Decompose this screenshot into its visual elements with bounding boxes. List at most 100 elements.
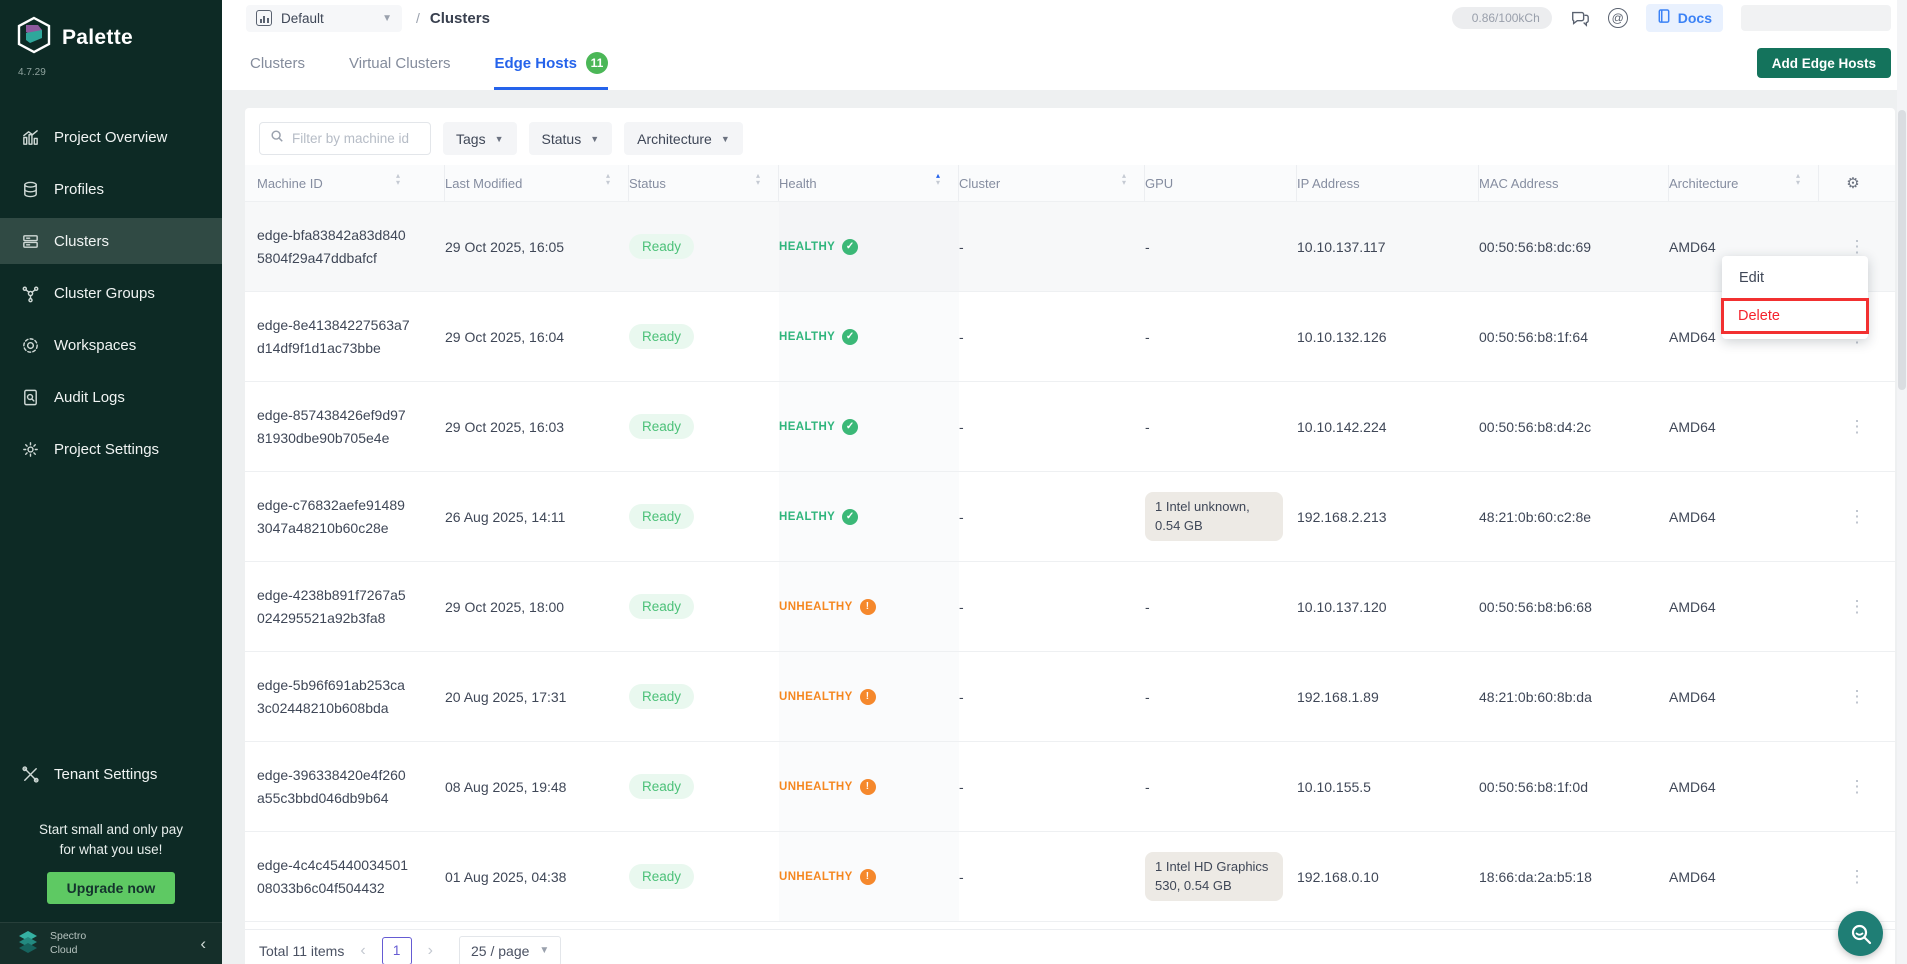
health-label: HEALTHY — [779, 331, 835, 343]
mac-address-value: 00:50:56:b8:dc:69 — [1479, 239, 1591, 255]
sidebar-item-clusters[interactable]: Clusters — [0, 218, 222, 264]
previous-page-icon[interactable]: ‹ — [358, 942, 367, 960]
sidebar-item-workspaces[interactable]: Workspaces — [0, 322, 222, 368]
sort-icon[interactable]: ▴▾ — [936, 176, 940, 190]
column-header-cluster[interactable]: Cluster▴▾ — [959, 165, 1145, 201]
machine-id-value: edge-8e41384227563a7d14df9f1d1ac73bbe — [257, 314, 411, 359]
current-page-button[interactable]: 1 — [382, 937, 412, 964]
kebab-menu-icon[interactable]: ⋮ — [1849, 597, 1866, 617]
machine-id-value: edge-4c4c4544003450108033b6c04f504432 — [257, 854, 411, 899]
column-header-architecture[interactable]: Architecture▴▾ — [1669, 165, 1819, 201]
sidebar-item-project-settings[interactable]: Project Settings — [0, 426, 222, 472]
column-header-mac-address[interactable]: MAC Address — [1479, 165, 1669, 201]
machine-id-cell: edge-5b96f691ab253ca3c02448210b608bda — [245, 652, 445, 741]
gpu-cell: - — [1145, 202, 1297, 291]
kebab-menu-icon[interactable]: ⋮ — [1849, 867, 1866, 887]
tab-clusters[interactable]: Clusters — [250, 36, 305, 90]
sort-icon[interactable]: ▴▾ — [756, 176, 760, 190]
architecture-value: AMD64 — [1669, 239, 1716, 255]
filter-dropdown-label: Architecture — [637, 131, 712, 147]
status-filter-dropdown[interactable]: Status▼ — [529, 122, 613, 155]
kebab-menu-icon[interactable]: ⋮ — [1849, 777, 1866, 797]
sort-icon[interactable]: ▴▾ — [1796, 176, 1800, 190]
architecture-cell: AMD64 — [1669, 832, 1819, 921]
mac-address-cell: 00:50:56:b8:1f:64 — [1479, 292, 1669, 381]
sort-desc-icon: ▾ — [756, 183, 760, 190]
sidebar-item-profiles[interactable]: Profiles — [0, 166, 222, 212]
kebab-menu-icon[interactable]: ⋮ — [1849, 687, 1866, 707]
status-badge: Ready — [629, 504, 694, 529]
column-header-last-modified[interactable]: Last Modified▴▾ — [445, 165, 629, 201]
sidebar-item-project-overview[interactable]: Project Overview — [0, 114, 222, 160]
column-header-gpu[interactable]: GPU — [1145, 165, 1297, 201]
orbit-icon — [20, 335, 40, 355]
kebab-menu-icon[interactable]: ⋮ — [1849, 237, 1866, 257]
scrollbar-thumb[interactable] — [1898, 110, 1906, 390]
last-modified-value: 01 Aug 2025, 04:38 — [445, 869, 566, 885]
book-icon — [1657, 9, 1671, 27]
sort-icon[interactable]: ▴▾ — [396, 176, 400, 190]
menu-item-delete[interactable]: Delete — [1724, 301, 1866, 331]
sidebar-item-label: Project Settings — [54, 441, 159, 458]
sidebar-item-audit-logs[interactable]: Audit Logs — [0, 374, 222, 420]
project-name: Default — [281, 11, 324, 26]
architecture-filter-dropdown[interactable]: Architecture▼ — [624, 122, 743, 155]
column-header-status[interactable]: Status▴▾ — [629, 165, 779, 201]
upgrade-now-button[interactable]: Upgrade now — [47, 872, 176, 904]
tags-filter-dropdown[interactable]: Tags ▼ — [443, 122, 517, 155]
status-badge: Ready — [629, 414, 694, 439]
mention-icon[interactable]: @ — [1608, 8, 1628, 28]
machine-id-cell: edge-c76832aefe914893047a48210b60c28e — [245, 472, 445, 561]
kebab-menu-icon[interactable]: ⋮ — [1849, 507, 1866, 527]
mac-address-cell: 48:21:0b:60:c2:8e — [1479, 472, 1669, 561]
last-modified-cell: 29 Oct 2025, 16:03 — [445, 382, 629, 471]
add-edge-hosts-button[interactable]: Add Edge Hosts — [1757, 48, 1891, 78]
table-row: edge-8e41384227563a7d14df9f1d1ac73bbe 29 … — [245, 291, 1895, 381]
sidebar-item-label: Tenant Settings — [54, 766, 157, 783]
menu-item-edit[interactable]: Edit — [1722, 261, 1868, 295]
next-page-icon[interactable]: › — [426, 942, 435, 960]
user-account-area[interactable] — [1741, 5, 1891, 31]
machine-id-search[interactable] — [259, 122, 431, 155]
page-size-select[interactable]: 25 / page ▼ — [459, 936, 561, 964]
last-modified-cell: 20 Aug 2025, 17:31 — [445, 652, 629, 741]
status-cell: Ready — [629, 292, 779, 381]
last-modified-value: 29 Oct 2025, 18:00 — [445, 599, 564, 615]
cluster-value: - — [959, 599, 964, 615]
scrollbar-track[interactable] — [1897, 0, 1907, 964]
ip-address-cell: 10.10.142.224 — [1297, 382, 1479, 471]
column-settings-cell: ⚙ — [1819, 165, 1895, 201]
kebab-menu-icon[interactable]: ⋮ — [1849, 417, 1866, 437]
sidebar-item-cluster-groups[interactable]: Cluster Groups — [0, 270, 222, 316]
architecture-cell: AMD64 — [1669, 382, 1819, 471]
status-badge: Ready — [629, 774, 694, 799]
docs-button[interactable]: Docs — [1646, 4, 1723, 32]
column-header-ip-address[interactable]: IP Address — [1297, 165, 1479, 201]
column-header-machine-id[interactable]: Machine ID▴▾ — [245, 165, 445, 201]
filter-dropdown-label: Tags — [456, 131, 486, 147]
spectro-cloud-logo-icon — [16, 929, 40, 958]
last-modified-value: 29 Oct 2025, 16:04 — [445, 329, 564, 345]
database-icon — [20, 179, 40, 199]
chevron-down-icon: ▼ — [495, 134, 504, 144]
status-cell: Ready — [629, 832, 779, 921]
ip-address-cell: 192.168.0.10 — [1297, 832, 1479, 921]
help-chat-widget[interactable] — [1838, 911, 1883, 956]
chevron-down-icon: ▼ — [382, 13, 392, 24]
tab-count-badge: 11 — [586, 52, 608, 74]
brand-logo: Palette — [0, 0, 222, 59]
tools-icon — [20, 765, 40, 785]
column-header-health[interactable]: Health▴▾ — [779, 165, 959, 201]
search-input[interactable] — [292, 131, 412, 146]
sidebar-item-tenant-settings[interactable]: Tenant Settings — [0, 752, 222, 798]
table-settings-gear-icon[interactable]: ⚙ — [1846, 174, 1859, 192]
chat-bubbles-icon[interactable] — [1570, 8, 1590, 28]
cluster-value: - — [959, 869, 964, 885]
sort-icon[interactable]: ▴▾ — [606, 176, 610, 190]
collapse-sidebar-icon[interactable]: ‹ — [200, 934, 206, 954]
tab-edge-hosts[interactable]: Edge Hosts11 — [494, 36, 608, 90]
tab-virtual-clusters[interactable]: Virtual Clusters — [349, 36, 450, 90]
sort-icon[interactable]: ▴▾ — [1122, 176, 1126, 190]
project-selector[interactable]: Default ▼ — [246, 5, 402, 32]
architecture-value: AMD64 — [1669, 419, 1716, 435]
